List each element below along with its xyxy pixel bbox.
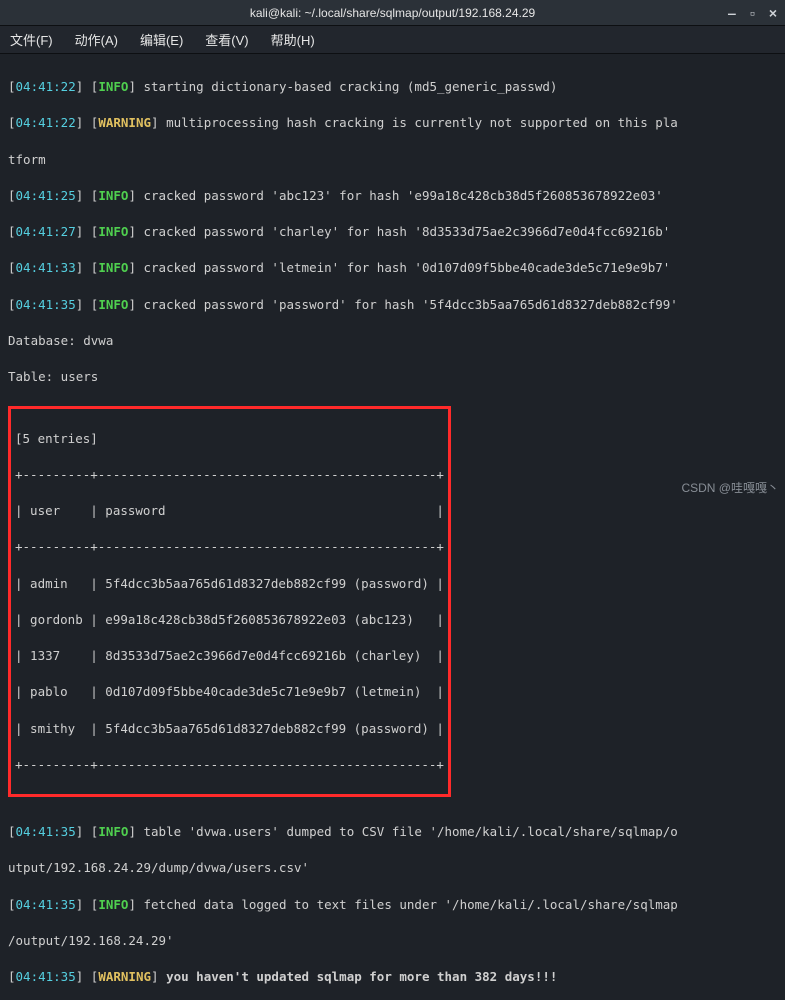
table-border: +---------+-----------------------------…	[15, 466, 444, 484]
table-border: +---------+-----------------------------…	[15, 756, 444, 774]
table-row: | smithy | 5f4dcc3b5aa765d61d8327deb882c…	[15, 720, 444, 738]
log-line: tform	[8, 151, 777, 169]
menu-bar: 文件(F) 动作(A) 编辑(E) 查看(V) 帮助(H)	[0, 26, 785, 54]
log-line: [04:41:35] [INFO] cracked password 'pass…	[8, 296, 777, 314]
terminal-output[interactable]: [04:41:22] [INFO] starting dictionary-ba…	[0, 54, 785, 1000]
window-title: kali@kali: ~/.local/share/sqlmap/output/…	[250, 6, 535, 20]
log-line: [04:41:22] [INFO] starting dictionary-ba…	[8, 78, 777, 96]
table-label: Table: users	[8, 368, 777, 386]
menu-actions[interactable]: 动作(A)	[75, 30, 118, 49]
log-line: utput/192.168.24.29/dump/dvwa/users.csv'	[8, 859, 777, 877]
table-row: | 1337 | 8d3533d75ae2c3966d7e0d4fcc69216…	[15, 647, 444, 665]
log-line: /output/192.168.24.29'	[8, 932, 777, 950]
log-line: [04:41:35] [INFO] table 'dvwa.users' dum…	[8, 823, 777, 841]
log-line: [04:41:35] [INFO] fetched data logged to…	[8, 896, 777, 914]
maximize-button[interactable]: ▫	[750, 5, 755, 21]
window-controls: ‒ ▫ ×	[728, 5, 777, 21]
table-row: | pablo | 0d107d09f5bbe40cade3de5c71e9e9…	[15, 683, 444, 701]
watermark: CSDN @哇嘎嘎丶	[681, 479, 779, 496]
log-line: [04:41:22] [WARNING] multiprocessing has…	[8, 114, 777, 132]
database-label: Database: dvwa	[8, 332, 777, 350]
table-row: | admin | 5f4dcc3b5aa765d61d8327deb882cf…	[15, 575, 444, 593]
table-row: | gordonb | e99a18c428cb38d5f26085367892…	[15, 611, 444, 629]
close-button[interactable]: ×	[769, 5, 777, 21]
menu-help[interactable]: 帮助(H)	[271, 30, 315, 49]
menu-view[interactable]: 查看(V)	[205, 30, 248, 49]
table-header: | user | password |	[15, 502, 444, 520]
entries-count: [5 entries]	[15, 430, 444, 448]
menu-file[interactable]: 文件(F)	[10, 30, 53, 49]
menu-edit[interactable]: 编辑(E)	[140, 30, 183, 49]
table-border: +---------+-----------------------------…	[15, 538, 444, 556]
results-table-highlight: [5 entries] +---------+-----------------…	[8, 406, 451, 797]
minimize-button[interactable]: ‒	[728, 5, 736, 21]
log-line: [04:41:33] [INFO] cracked password 'letm…	[8, 259, 777, 277]
log-line: [04:41:27] [INFO] cracked password 'char…	[8, 223, 777, 241]
window-titlebar: kali@kali: ~/.local/share/sqlmap/output/…	[0, 0, 785, 26]
log-line: [04:41:25] [INFO] cracked password 'abc1…	[8, 187, 777, 205]
log-line: [04:41:35] [WARNING] you haven't updated…	[8, 968, 777, 986]
